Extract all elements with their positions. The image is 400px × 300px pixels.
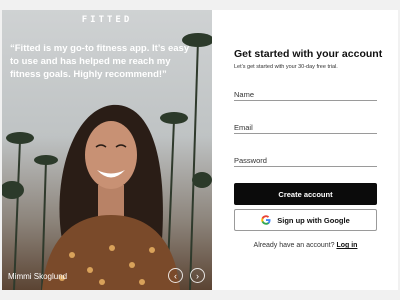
testimonial-quote: “Fitted is my go-to fitness app. It’s ea… [10,43,190,80]
create-account-label: Create account [278,189,333,199]
testimonial-photo-panel: FITTED “Fitted is my go-to fitness app. … [2,10,212,290]
login-link[interactable]: Log in [336,242,357,249]
google-signup-button[interactable]: Sign up with Google [234,209,377,231]
login-prompt-text: Already have an account? [253,242,335,249]
email-field [234,117,377,134]
google-icon [261,215,271,225]
password-field [234,150,377,167]
chevron-right-icon: › [196,271,199,281]
name-field [234,84,377,101]
brand-logo: FITTED [81,15,133,25]
chevron-left-icon: ‹ [174,271,177,281]
form-title: Get started with your account [234,48,383,60]
next-testimonial-button[interactable]: › [190,268,205,283]
previous-testimonial-button[interactable]: ‹ [168,268,183,283]
signup-card: FITTED “Fitted is my go-to fitness app. … [2,10,398,290]
name-input[interactable] [234,90,374,99]
google-signup-label: Sign up with Google [277,215,350,225]
password-input[interactable] [234,156,374,165]
testimonial-author: Mimmi Skoglund [8,272,68,281]
signup-form: Get started with your account Let’s get … [234,10,384,290]
email-input[interactable] [234,123,374,132]
login-prompt: Already have an account? Log in [234,242,377,249]
form-subtitle: Let’s get started with your 30-day free … [234,64,338,70]
create-account-button[interactable]: Create account [234,183,377,205]
